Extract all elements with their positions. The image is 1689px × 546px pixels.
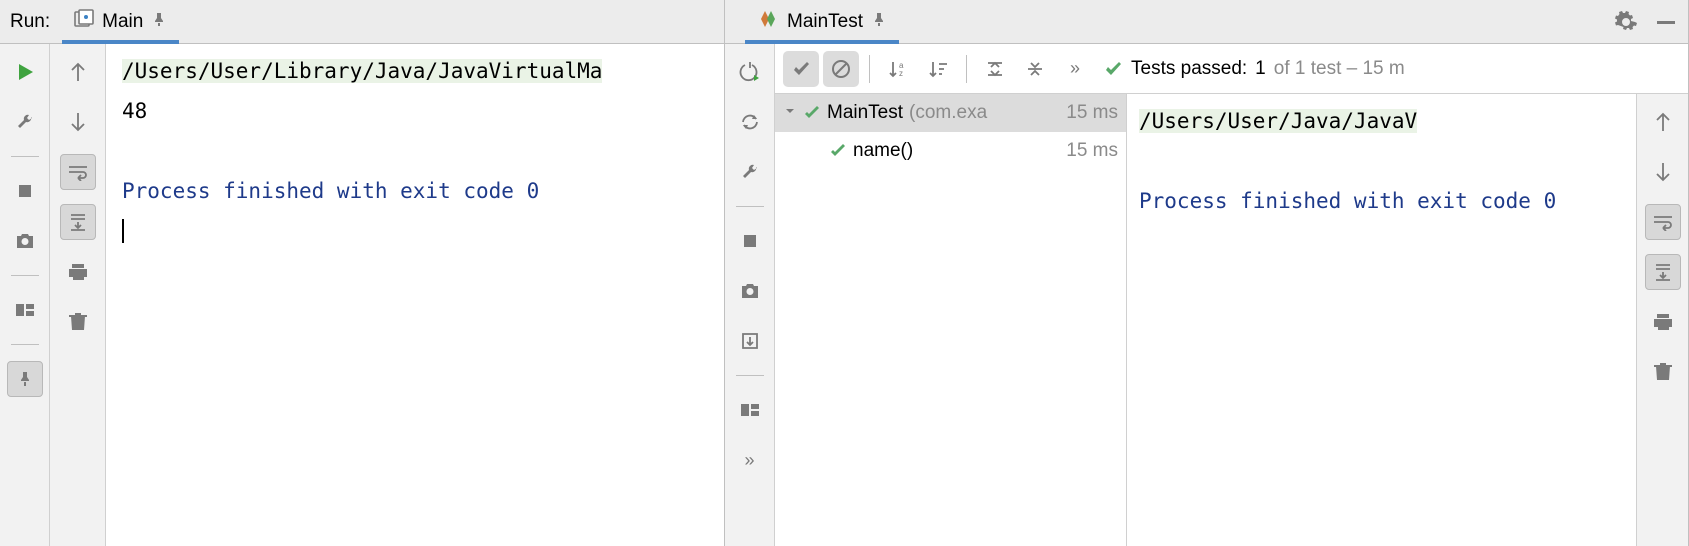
- run-panel: Run: Main: [0, 0, 725, 546]
- scroll-to-end-button[interactable]: [1645, 254, 1681, 290]
- separator: [966, 55, 967, 83]
- collapse-all-button[interactable]: [1017, 51, 1053, 87]
- stop-button[interactable]: [7, 173, 43, 209]
- status-suffix: of 1 test – 15 m: [1274, 58, 1405, 80]
- tab-main-label: Main: [102, 11, 143, 33]
- chevron-down-icon[interactable]: [783, 102, 797, 124]
- gear-icon[interactable]: [1612, 8, 1640, 36]
- console-caret: [122, 219, 124, 243]
- run-gutter-primary: [0, 44, 50, 546]
- pin-panel-button[interactable]: [7, 361, 43, 397]
- tree-root-name: MainTest: [827, 102, 903, 124]
- separator: [736, 206, 764, 207]
- toggle-auto-test-button[interactable]: [732, 104, 768, 140]
- tab-main[interactable]: Main: [62, 0, 179, 44]
- check-icon: [829, 142, 847, 160]
- console-command-line: /Users/User/Java/JavaV: [1139, 109, 1417, 133]
- trash-button[interactable]: [1645, 354, 1681, 390]
- status-label: Tests passed:: [1131, 58, 1247, 80]
- test-toolbar: az »: [775, 44, 1688, 94]
- java-run-config-icon: [74, 9, 94, 35]
- camera-button[interactable]: [7, 223, 43, 259]
- sort-alpha-button[interactable]: az: [880, 51, 916, 87]
- tree-child-time: 15 ms: [1066, 140, 1118, 162]
- console-command-line: /Users/User/Library/Java/JavaVirtualMa: [122, 59, 602, 83]
- test-status: Tests passed: 1 of 1 test – 15 m: [1097, 58, 1405, 80]
- separator: [11, 275, 39, 276]
- camera-button[interactable]: [732, 273, 768, 309]
- tree-root-row[interactable]: MainTest (com.exa 15 ms: [775, 94, 1126, 132]
- wrench-button[interactable]: [7, 104, 43, 140]
- pin-icon[interactable]: [871, 11, 887, 33]
- trash-button[interactable]: [60, 304, 96, 340]
- down-arrow-button[interactable]: [60, 104, 96, 140]
- tree-root-pkg: (com.exa: [909, 102, 987, 124]
- layout-button[interactable]: [732, 392, 768, 428]
- scroll-to-end-button[interactable]: [60, 204, 96, 240]
- minimize-icon[interactable]: [1652, 8, 1680, 36]
- print-button[interactable]: [60, 254, 96, 290]
- console-output: 48: [122, 99, 147, 123]
- soft-wrap-button[interactable]: [1645, 204, 1681, 240]
- console-exit-message: Process finished with exit code 0: [122, 179, 539, 203]
- stop-button[interactable]: [732, 223, 768, 259]
- layout-button[interactable]: [7, 292, 43, 328]
- check-icon: [803, 104, 821, 122]
- run-label: Run:: [2, 11, 62, 33]
- separator: [11, 156, 39, 157]
- rerun-tests-button[interactable]: [732, 54, 768, 90]
- svg-text:z: z: [899, 69, 903, 78]
- more-button[interactable]: »: [732, 442, 768, 478]
- show-passed-button[interactable]: [783, 51, 819, 87]
- run-gutter-secondary: [50, 44, 106, 546]
- test-console-gutter: [1636, 94, 1688, 546]
- test-config-icon: [757, 9, 779, 35]
- tab-maintest-label: MainTest: [787, 11, 863, 33]
- separator: [869, 55, 870, 83]
- pin-icon[interactable]: [151, 11, 167, 33]
- print-button[interactable]: [1645, 304, 1681, 340]
- down-arrow-button[interactable]: [1645, 154, 1681, 190]
- tree-child-name: name(): [853, 140, 913, 162]
- separator: [11, 344, 39, 345]
- status-count: 1: [1255, 58, 1266, 80]
- separator: [736, 375, 764, 376]
- more-toolbar-button[interactable]: »: [1057, 51, 1093, 87]
- export-button[interactable]: [732, 323, 768, 359]
- tree-child-row[interactable]: name() 15 ms: [775, 132, 1126, 170]
- test-tabs-header: MainTest: [725, 0, 1688, 44]
- check-icon: [1103, 59, 1123, 79]
- run-tabs-header: Run: Main: [0, 0, 724, 44]
- tab-maintest[interactable]: MainTest: [745, 0, 899, 44]
- test-gutter: »: [725, 44, 775, 546]
- show-ignored-button[interactable]: [823, 51, 859, 87]
- up-arrow-button[interactable]: [1645, 104, 1681, 140]
- test-tree[interactable]: MainTest (com.exa 15 ms name() 15 ms: [775, 94, 1127, 546]
- wrench-button[interactable]: [732, 154, 768, 190]
- up-arrow-button[interactable]: [60, 54, 96, 90]
- console-exit-message: Process finished with exit code 0: [1139, 189, 1556, 213]
- test-console[interactable]: /Users/User/Java/JavaV Process finished …: [1127, 94, 1636, 546]
- tree-root-time: 15 ms: [1066, 102, 1118, 124]
- soft-wrap-button[interactable]: [60, 154, 96, 190]
- test-panel: MainTest: [725, 0, 1689, 546]
- rerun-button[interactable]: [7, 54, 43, 90]
- expand-all-button[interactable]: [977, 51, 1013, 87]
- sort-duration-button[interactable]: [920, 51, 956, 87]
- run-console[interactable]: /Users/User/Library/Java/JavaVirtualMa 4…: [106, 44, 724, 546]
